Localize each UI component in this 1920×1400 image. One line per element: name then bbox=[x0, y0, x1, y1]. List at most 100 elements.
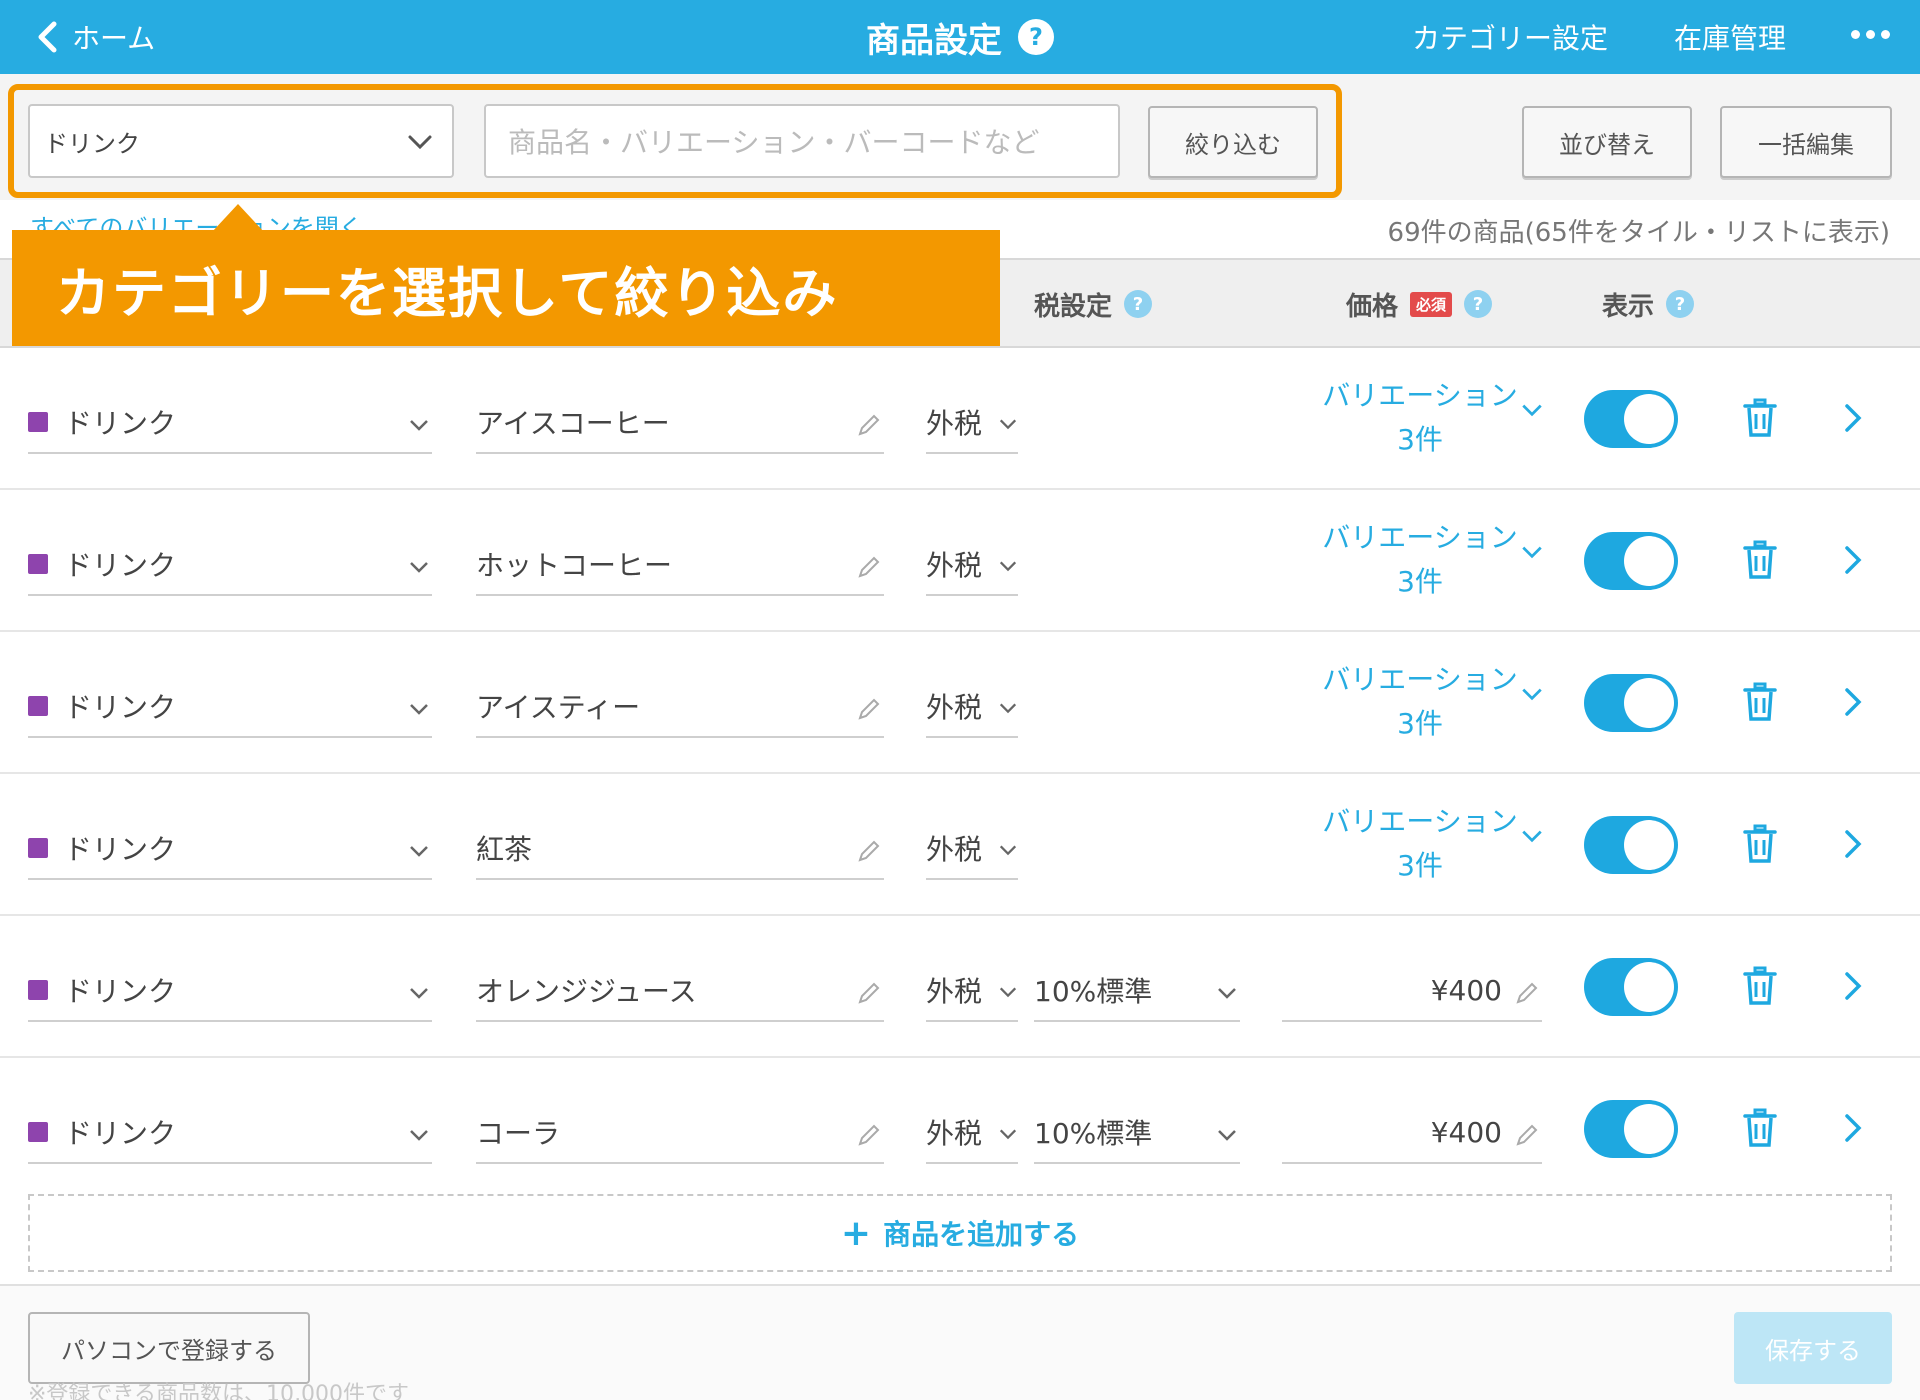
row-category-select[interactable]: ドリンク bbox=[28, 960, 432, 1022]
visibility-toggle[interactable] bbox=[1584, 1100, 1678, 1158]
trash-icon[interactable] bbox=[1742, 824, 1778, 864]
add-product-button[interactable]: + 商品を追加する bbox=[28, 1194, 1892, 1272]
row-tax-rate-select[interactable]: 10%標準 bbox=[1034, 960, 1240, 1022]
category-color-swatch bbox=[28, 980, 48, 1000]
row-tax-select[interactable]: 外税 bbox=[926, 534, 1018, 596]
trash-icon[interactable] bbox=[1742, 682, 1778, 722]
row-variation-toggle[interactable]: バリエーション 3件 bbox=[1300, 658, 1542, 746]
trash-icon[interactable] bbox=[1742, 1108, 1778, 1148]
chevron-down-icon bbox=[1522, 688, 1542, 701]
chevron-down-icon bbox=[410, 1130, 428, 1141]
column-tax-label: 税設定 bbox=[1034, 291, 1113, 322]
row-variation-count: 3件 bbox=[1397, 849, 1443, 882]
visibility-toggle[interactable] bbox=[1584, 390, 1678, 448]
callout-arrow bbox=[212, 204, 264, 232]
tutorial-callout: カテゴリーを選択して絞り込み bbox=[12, 230, 1000, 346]
trash-icon[interactable] bbox=[1742, 966, 1778, 1006]
trash-icon[interactable] bbox=[1742, 398, 1778, 438]
nav-inventory[interactable]: 在庫管理 bbox=[1674, 0, 1786, 74]
visibility-toggle[interactable] bbox=[1584, 958, 1678, 1016]
row-product-name[interactable]: アイスティー bbox=[476, 676, 884, 738]
row-product-name[interactable]: オレンジジュース bbox=[476, 960, 884, 1022]
row-category-select[interactable]: ドリンク bbox=[28, 1102, 432, 1164]
row-category-select[interactable]: ドリンク bbox=[28, 818, 432, 880]
row-variation-count: 3件 bbox=[1397, 565, 1443, 598]
row-price: ¥400 bbox=[1430, 1115, 1502, 1149]
bulk-edit-button[interactable]: 一括編集 bbox=[1720, 106, 1892, 178]
row-tax: 外税 bbox=[926, 833, 983, 866]
row-variation-toggle[interactable]: バリエーション 3件 bbox=[1300, 516, 1542, 604]
pencil-icon bbox=[858, 840, 880, 862]
product-count: 69件の商品(65件をタイル・リストに表示) bbox=[1387, 218, 1890, 248]
sort-button[interactable]: 並び替え bbox=[1522, 106, 1692, 178]
row-tax-select[interactable]: 外税 bbox=[926, 818, 1018, 880]
pencil-icon bbox=[1516, 1124, 1538, 1146]
help-icon[interactable]: ? bbox=[1124, 290, 1153, 318]
category-color-swatch bbox=[28, 838, 48, 858]
nav-category-settings[interactable]: カテゴリー設定 bbox=[1412, 0, 1608, 74]
row-product-name[interactable]: コーラ bbox=[476, 1102, 884, 1164]
register-on-pc-button[interactable]: パソコンで登録する bbox=[28, 1312, 310, 1384]
row-category-select[interactable]: ドリンク bbox=[28, 392, 432, 454]
plus-icon: + bbox=[840, 1212, 872, 1254]
row-product-name[interactable]: ホットコーヒー bbox=[476, 534, 884, 596]
chevron-down-icon bbox=[999, 561, 1017, 572]
chevron-down-icon bbox=[1218, 1130, 1236, 1141]
column-display: 表示 ? bbox=[1602, 260, 1695, 348]
chevron-right-icon[interactable] bbox=[1842, 1112, 1864, 1144]
row-price-field[interactable]: ¥400 bbox=[1282, 960, 1542, 1022]
chevron-right-icon[interactable] bbox=[1842, 402, 1864, 434]
help-icon[interactable]: ? bbox=[1666, 290, 1695, 318]
trash-icon[interactable] bbox=[1742, 540, 1778, 580]
row-category: ドリンク bbox=[64, 833, 177, 866]
row-product-name[interactable]: アイスコーヒー bbox=[476, 392, 884, 454]
row-tax-select[interactable]: 外税 bbox=[926, 676, 1018, 738]
row-variation-count: 3件 bbox=[1397, 707, 1443, 740]
page-title: 商品設定 bbox=[866, 20, 1002, 61]
product-list: ドリンク アイスコーヒー 外税 バリエーション 3件 ドリンク ホットコーヒー 外… bbox=[0, 348, 1920, 1200]
row-variation-toggle[interactable]: バリエーション 3件 bbox=[1300, 800, 1542, 888]
row-variation-count: 3件 bbox=[1397, 423, 1443, 456]
row-category-select[interactable]: ドリンク bbox=[28, 534, 432, 596]
row-category: ドリンク bbox=[64, 691, 177, 724]
column-price: 価格 必須 ? bbox=[1346, 260, 1493, 348]
row-category-select[interactable]: ドリンク bbox=[28, 676, 432, 738]
help-icon[interactable]: ? bbox=[1464, 290, 1493, 318]
chevron-right-icon[interactable] bbox=[1842, 544, 1864, 576]
visibility-toggle[interactable] bbox=[1584, 816, 1678, 874]
column-price-label: 価格 bbox=[1346, 291, 1399, 322]
visibility-toggle[interactable] bbox=[1584, 532, 1678, 590]
row-category: ドリンク bbox=[64, 1117, 177, 1150]
pencil-icon bbox=[858, 698, 880, 720]
help-icon[interactable]: ? bbox=[1018, 19, 1054, 55]
row-tax-select[interactable]: 外税 bbox=[926, 1102, 1018, 1164]
chevron-right-icon[interactable] bbox=[1842, 686, 1864, 718]
chevron-right-icon[interactable] bbox=[1842, 828, 1864, 860]
pencil-icon bbox=[1516, 982, 1538, 1004]
row-name-text: アイスコーヒー bbox=[476, 407, 670, 440]
row-variation-label: バリエーション bbox=[1322, 379, 1518, 412]
chevron-down-icon bbox=[999, 419, 1017, 430]
chevron-down-icon bbox=[410, 562, 428, 573]
row-category: ドリンク bbox=[64, 549, 177, 582]
row-name-text: コーラ bbox=[476, 1117, 561, 1150]
row-name-text: 紅茶 bbox=[476, 833, 533, 866]
row-tax: 外税 bbox=[926, 1117, 983, 1150]
chevron-right-icon[interactable] bbox=[1842, 970, 1864, 1002]
save-button[interactable]: 保存する bbox=[1734, 1312, 1892, 1384]
row-product-name[interactable]: 紅茶 bbox=[476, 818, 884, 880]
category-color-swatch bbox=[28, 412, 48, 432]
add-product-area: + 商品を追加する bbox=[0, 1180, 1920, 1284]
category-color-swatch bbox=[28, 696, 48, 716]
page-title-area: 商品設定 ? bbox=[0, 0, 1920, 74]
pencil-icon bbox=[858, 414, 880, 436]
more-icon[interactable] bbox=[1851, 30, 1890, 39]
visibility-toggle[interactable] bbox=[1584, 674, 1678, 732]
row-variation-toggle[interactable]: バリエーション 3件 bbox=[1300, 374, 1542, 462]
column-display-label: 表示 bbox=[1602, 291, 1655, 322]
table-row: ドリンク ホットコーヒー 外税 バリエーション 3件 bbox=[0, 490, 1920, 632]
row-tax-select[interactable]: 外税 bbox=[926, 960, 1018, 1022]
row-tax-rate-select[interactable]: 10%標準 bbox=[1034, 1102, 1240, 1164]
row-price-field[interactable]: ¥400 bbox=[1282, 1102, 1542, 1164]
row-tax-select[interactable]: 外税 bbox=[926, 392, 1018, 454]
